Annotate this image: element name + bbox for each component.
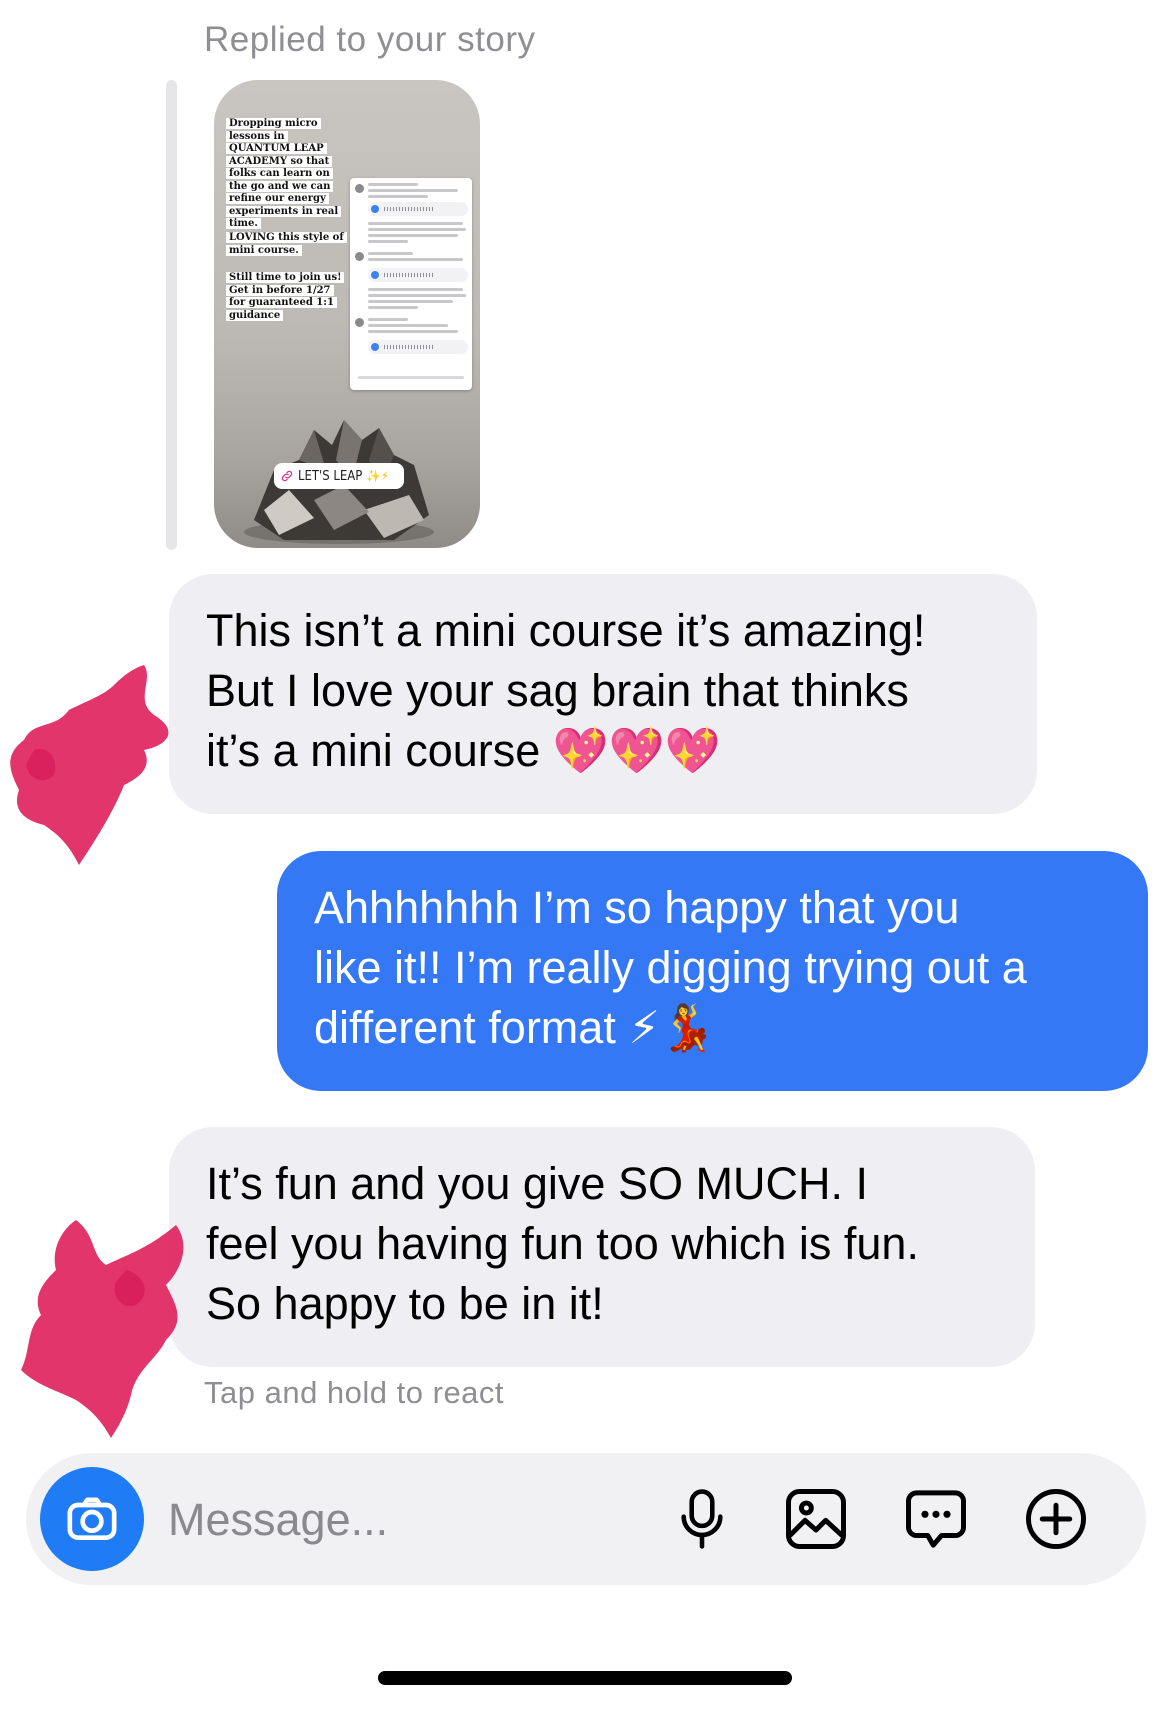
message-line: This isn’t a mini course it’s amazing! [206,605,926,656]
link-sticker[interactable]: LET'S LEAP ✨⚡ [274,463,404,489]
incoming-message-bubble[interactable]: This isn’t a mini course it’s amazing! B… [169,574,1037,814]
home-indicator[interactable] [378,1671,792,1685]
gallery-button[interactable] [780,1483,852,1555]
message-line: But I love your sag brain that thinks [206,665,909,716]
sticker-label: LET'S LEAP [298,468,363,484]
tap-hold-hint: Tap and hold to react [204,1375,505,1410]
message-line: So happy to be in it! [206,1278,604,1329]
camera-button[interactable] [40,1467,144,1571]
voice-message-button[interactable] [666,1483,738,1555]
message-line: Ahhhhhhh I’m so happy that you [314,882,960,933]
outgoing-message-bubble[interactable]: Ahhhhhhh I’m so happy that you like it!!… [277,851,1148,1091]
message-composer [26,1453,1146,1585]
link-icon [281,470,293,482]
add-icon [1026,1489,1086,1549]
story-text-block: Still time to join us! Get in before 1/2… [226,272,345,322]
message-line: feel you having fun too which is fun. [206,1218,919,1269]
story-reply-caption: Replied to your story [204,20,536,59]
microphone-icon [681,1489,723,1549]
message-line: like it!! I’m really digging trying out … [314,942,1027,993]
redacted-avatar [10,665,169,865]
message-line: different format ⚡💃 [314,1001,716,1054]
camera-icon [67,1497,117,1540]
story-thumbnail[interactable]: Dropping micro lessons in QUANTUM LEAP A… [214,80,480,548]
sparkling-heart-emoji: 💖💖💖 [552,724,721,777]
incoming-message-bubble[interactable]: It’s fun and you give SO MUCH. I feel yo… [169,1127,1035,1367]
sticker-icon [906,1490,966,1548]
story-text-block: Dropping micro lessons in QUANTUM LEAP A… [226,118,344,231]
lightning-dancer-emoji: ⚡💃 [628,1001,716,1054]
story-text-block: LOVING this style of mini course. [226,232,347,257]
message-line: It’s fun and you give SO MUCH. I [206,1158,868,1209]
photo-icon [786,1489,846,1549]
story-embedded-screenshot [350,178,472,390]
message-input[interactable] [166,1481,650,1559]
redacted-avatar [21,1220,184,1438]
message-line: it’s a mini course 💖💖💖 [206,724,721,777]
sticker-button[interactable] [900,1483,972,1555]
add-more-button[interactable] [1020,1483,1092,1555]
reply-indicator-line [166,80,177,550]
